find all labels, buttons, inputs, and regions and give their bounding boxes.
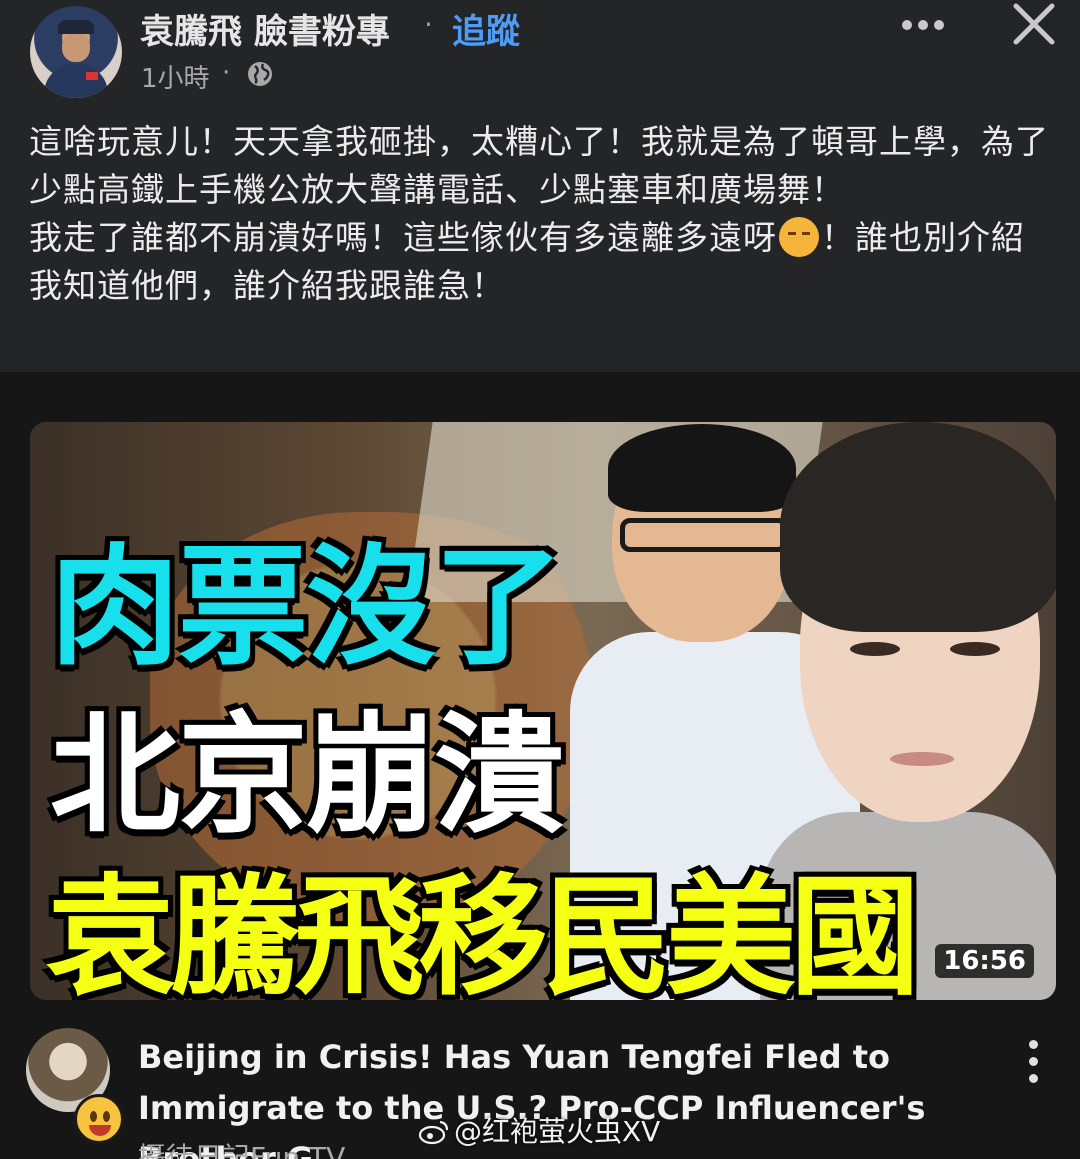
post-text-paragraph-1: 這啥玩意儿！天天拿我砸掛，太糟心了！我就是為了頓哥上學，為了少點高鐵上手機公放大… [29, 122, 1049, 209]
weibo-watermark: @红袍萤火虫XV [418, 1110, 660, 1150]
avatar-flag-shape [86, 72, 98, 80]
emoji-eye [788, 232, 796, 235]
thumbnail-headline-2: 北京崩潰 [50, 699, 564, 851]
video-thumbnail[interactable]: 肉票沒了 北京崩潰 袁騰飛移民美國 16:56 [30, 422, 1056, 1000]
person-hair-shape [780, 422, 1056, 632]
video-duration-badge: 16:56 [935, 944, 1034, 978]
follow-button[interactable]: 追蹤 [452, 4, 520, 53]
globe-icon [248, 62, 272, 86]
thumbnail-headline-3: 袁騰飛移民美國 [46, 861, 920, 1000]
timestamp-separator: · [222, 58, 231, 88]
more-dot [902, 20, 912, 30]
avatar-body-shape [44, 64, 108, 98]
post-text-part-a: 我走了誰都不崩潰好嗎！這些傢伙有多遠離多遠呀 [29, 218, 777, 257]
person-mouth [890, 752, 954, 766]
weibo-logo-icon [418, 1120, 449, 1145]
kebab-menu-icon[interactable] [1024, 1040, 1044, 1084]
channel-name[interactable]: 攝徒日記Fun TV [138, 1136, 345, 1159]
post-timestamp[interactable]: 1小時 [141, 58, 210, 95]
grinning-face-emoji-icon [74, 1094, 124, 1144]
person-eye [950, 642, 1000, 656]
header-separator: · [424, 8, 433, 41]
avatar-face-shape [62, 32, 90, 62]
post-header: 袁騰飛 臉書粉專 · 追蹤 1小時 · [0, 0, 1080, 110]
kebab-dot [1029, 1074, 1038, 1083]
author-avatar[interactable] [30, 6, 122, 98]
person-hair-shape [608, 424, 796, 512]
emoji-eye [802, 232, 810, 235]
emoji-eye [103, 1111, 110, 1122]
shared-video-card: 肉票沒了 北京崩潰 袁騰飛移民美國 16:56 Beijing in Crisi… [0, 372, 1080, 1159]
thumbnail-headline-1: 肉票沒了 [50, 531, 564, 683]
post-body: 這啥玩意儿！天天拿我砸掛，太糟心了！我就是為了頓哥上學，為了少點高鐵上手機公放大… [0, 110, 1080, 372]
close-icon[interactable] [1012, 2, 1056, 46]
person-glasses-shape [620, 518, 788, 552]
kebab-dot [1029, 1057, 1038, 1066]
more-dot [918, 20, 928, 30]
emoji-eye [90, 1111, 97, 1122]
avatar-cap-shape [58, 20, 94, 34]
person-eye [850, 642, 900, 656]
post-text-paragraph-2: 我走了誰都不崩潰好嗎！這些傢伙有多遠離多遠呀 ！誰也別介紹我知道他們，誰介紹我跟誰… [29, 214, 1052, 310]
emoji-mouth [89, 1125, 111, 1136]
kebab-dot [1029, 1040, 1038, 1049]
sneezing-face-emoji-icon [779, 217, 819, 257]
more-dot [934, 20, 944, 30]
more-options-icon[interactable] [896, 4, 950, 40]
watermark-text: @红袍萤火虫XV [454, 1115, 661, 1148]
author-name[interactable]: 袁騰飛 臉書粉專 [140, 4, 390, 53]
